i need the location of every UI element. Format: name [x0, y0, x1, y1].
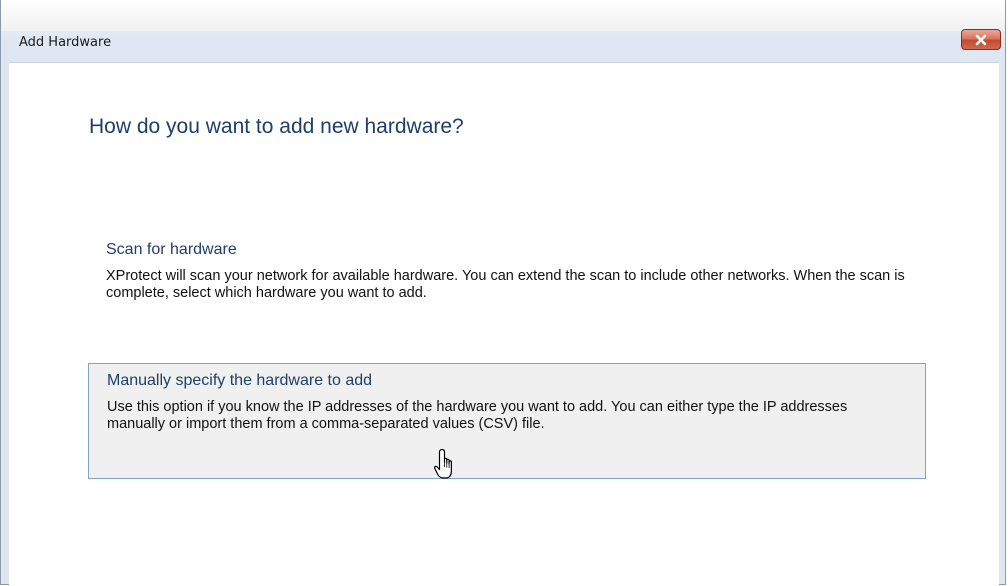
wizard-content: How do you want to add new hardware? Sca…	[9, 62, 999, 585]
option-title: Scan for hardware	[106, 241, 237, 258]
title-bar	[1, 0, 1005, 31]
close-icon	[975, 34, 987, 45]
page-heading: How do you want to add new hardware?	[89, 115, 464, 138]
close-button[interactable]	[961, 29, 1001, 50]
option-description: XProtect will scan your network for avai…	[106, 268, 905, 301]
scan-for-hardware-option[interactable]: Scan for hardware XProtect will scan you…	[88, 233, 926, 323]
window-title: Add Hardware	[19, 35, 112, 50]
hand-pointer-icon	[434, 448, 452, 479]
manually-specify-hardware-option[interactable]: Manually specify the hardware to add Use…	[88, 363, 926, 479]
option-description: Use this option if you know the IP addre…	[107, 399, 848, 432]
option-title: Manually specify the hardware to add	[107, 372, 373, 389]
